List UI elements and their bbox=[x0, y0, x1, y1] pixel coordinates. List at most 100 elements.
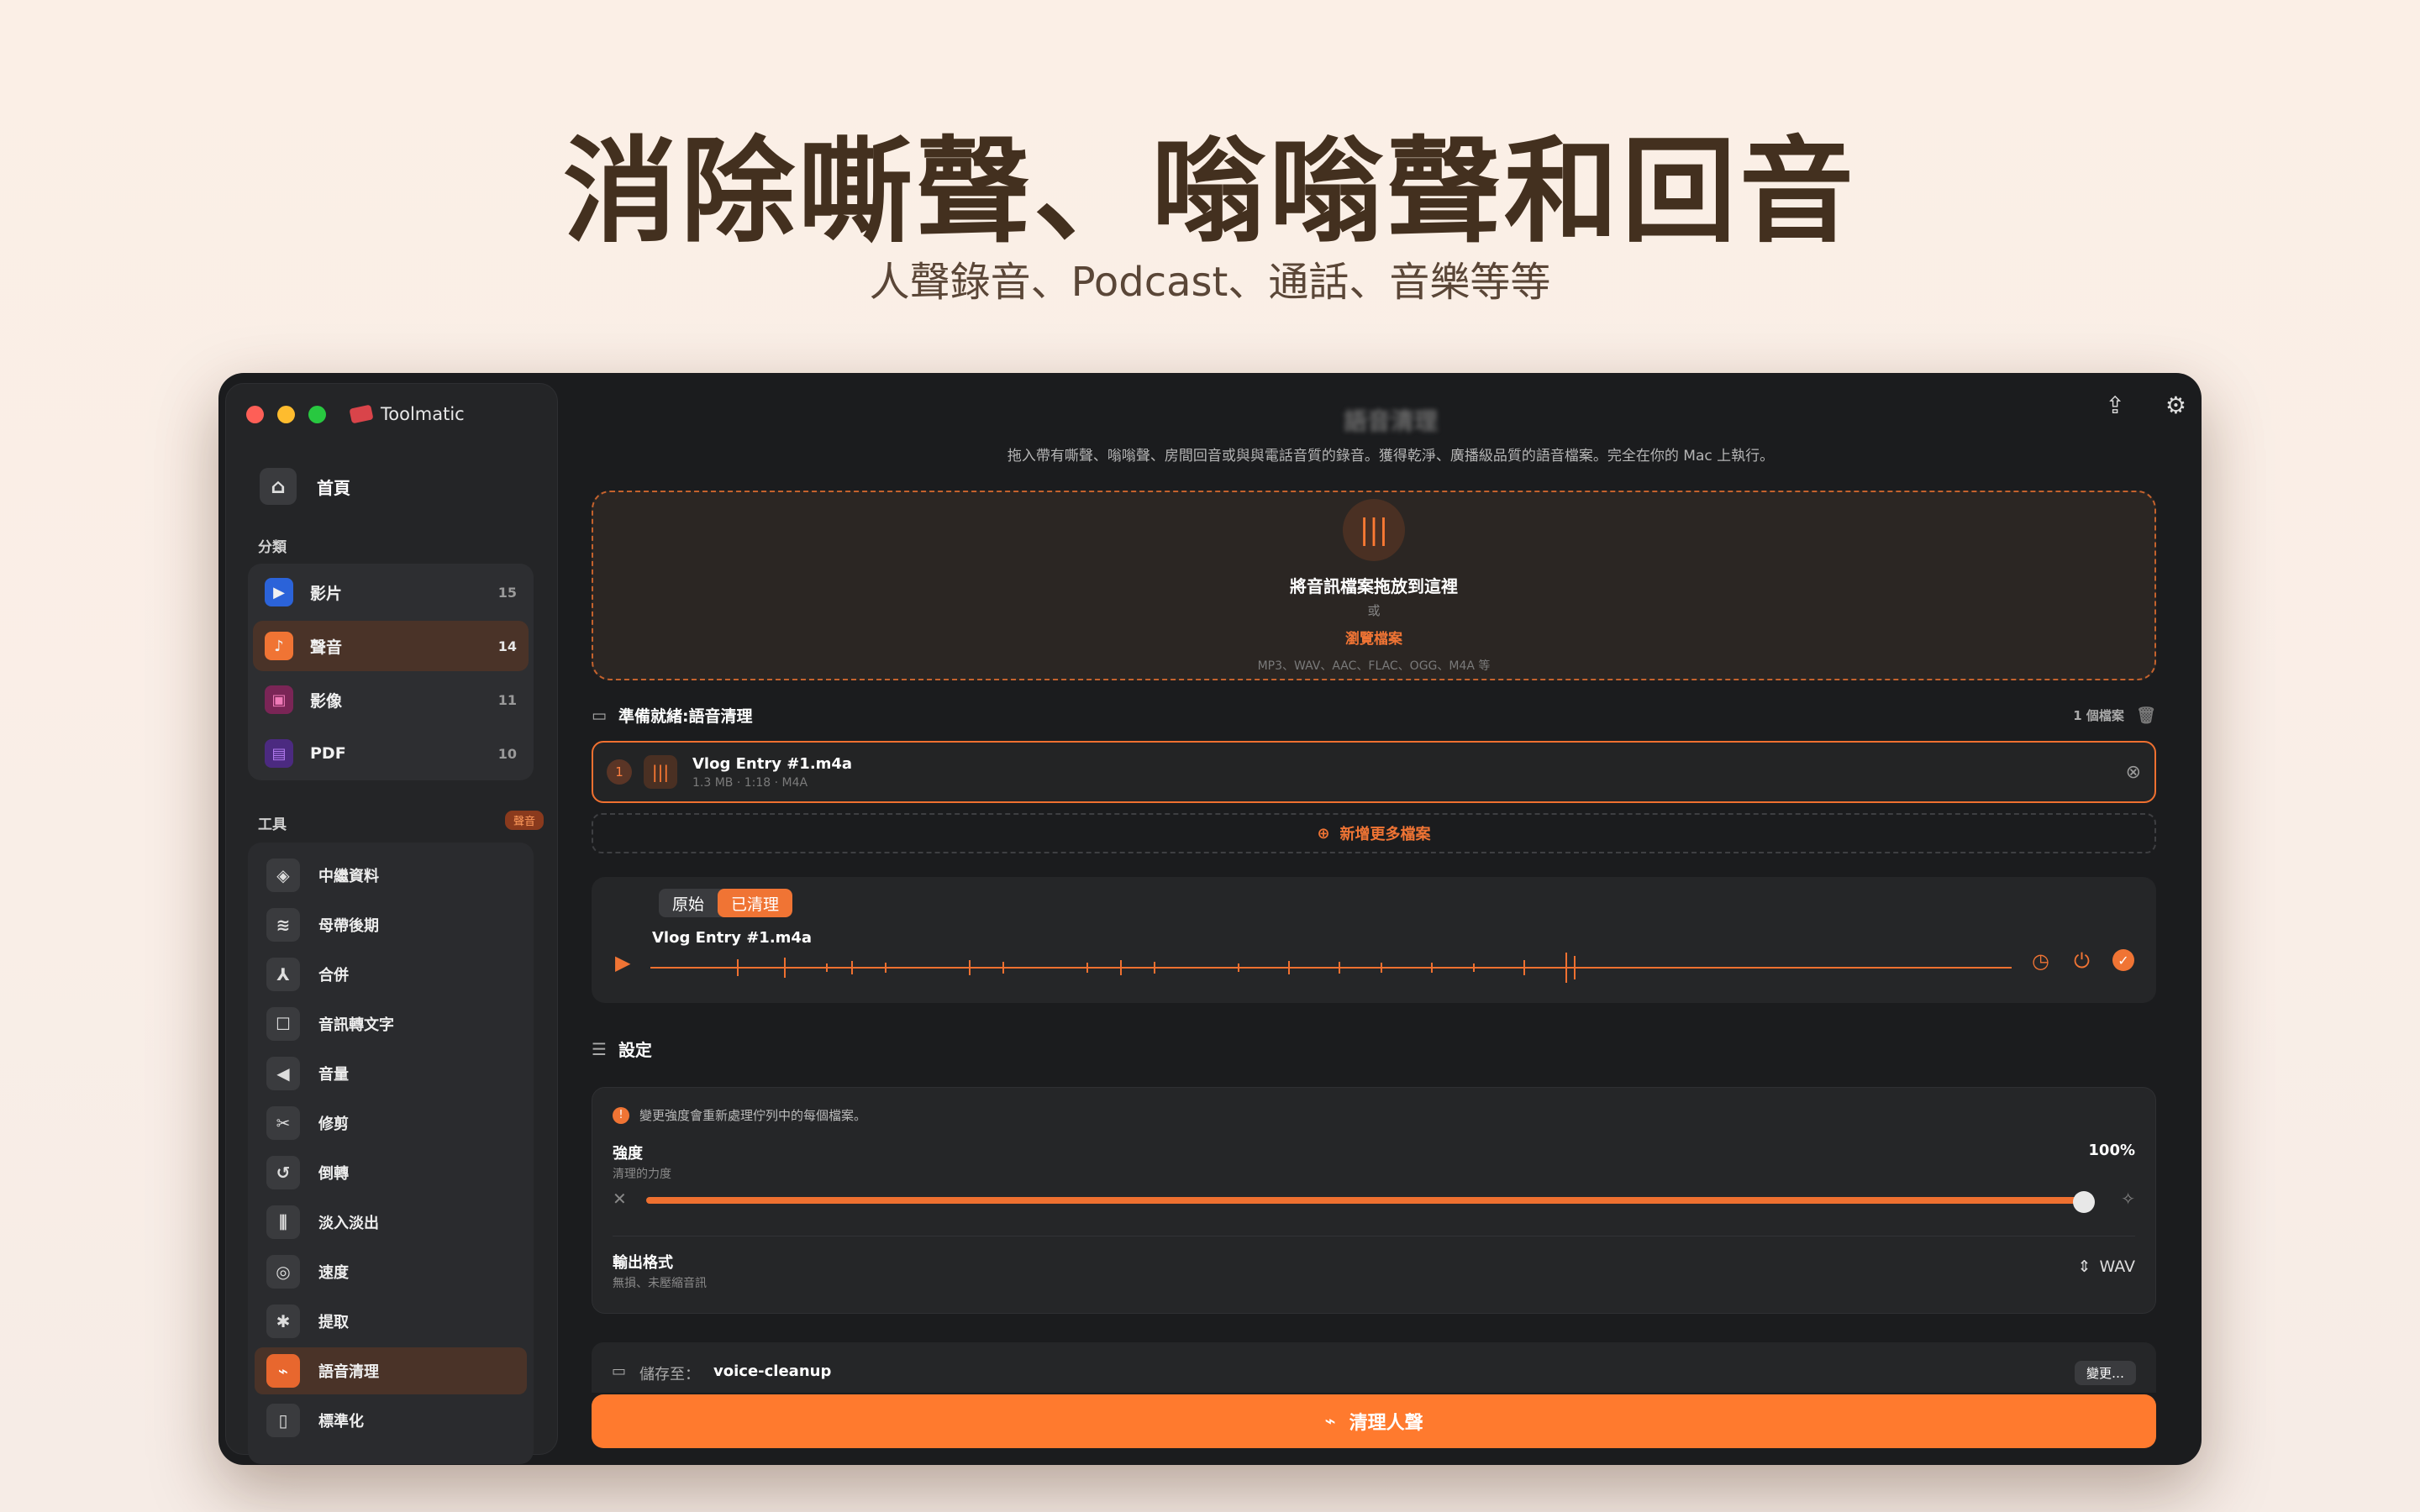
timer-icon[interactable]: ◷ bbox=[2032, 949, 2049, 973]
category-count: 11 bbox=[497, 691, 517, 708]
sidebar-tool-extract[interactable]: ✱ 提取 bbox=[255, 1298, 527, 1345]
audio-player: 原始 已清理 Vlog Entry #1.m4a ▶ ◷ ⏻ ✓ bbox=[592, 877, 2156, 1003]
tool-label: 母帶後期 bbox=[318, 917, 379, 935]
tool-label: 標準化 bbox=[318, 1413, 364, 1431]
toolbox-icon bbox=[349, 404, 374, 424]
category-count: 10 bbox=[497, 745, 517, 762]
sidebar-item-video[interactable]: ▶ 影片 15 bbox=[253, 567, 529, 617]
strength-label: 強度 bbox=[613, 1145, 643, 1163]
settings-header: ☰ 設定 bbox=[592, 1037, 652, 1061]
scissors-icon: ✂ bbox=[266, 1106, 300, 1140]
tool-label: 修剪 bbox=[318, 1116, 349, 1133]
close-button[interactable] bbox=[246, 406, 264, 423]
sidebar-tool-normalize[interactable]: ▯ 標準化 bbox=[255, 1397, 527, 1444]
drop-or: 或 bbox=[1367, 603, 1381, 618]
sliders-icon: ☰ bbox=[592, 1038, 607, 1059]
voice-cleanup-icon: ⌁ bbox=[266, 1354, 300, 1388]
play-icon[interactable]: ▶ bbox=[615, 951, 630, 974]
settings-note: 變更強度會重新處理佇列中的每個檔案。 bbox=[639, 1108, 867, 1123]
queue-title: 準備就緒:語音清理 bbox=[618, 707, 753, 726]
tab-original[interactable]: 原始 bbox=[659, 889, 718, 917]
sidebar: Toolmatic ⌂ 首頁 分類 ▶ 影片 15 ♪ 聲音 14 ▣ 影像 1… bbox=[225, 383, 558, 1464]
hero-title: 消除嘶聲、嗡嗡聲和回音 bbox=[563, 126, 1857, 259]
tool-label: 速度 bbox=[318, 1264, 349, 1282]
sidebar-tool-voice-cleanup[interactable]: ⌁ 語音清理 bbox=[255, 1347, 527, 1394]
sidebar-tool-metadata[interactable]: ◈ 中繼資料 bbox=[255, 852, 527, 899]
change-folder-button[interactable]: 變更… bbox=[2074, 1361, 2136, 1385]
sidebar-tool-reverse[interactable]: ↺ 倒轉 bbox=[255, 1149, 527, 1196]
file-index: 1 bbox=[607, 759, 632, 785]
waveform[interactable] bbox=[650, 951, 2012, 984]
info-icon: ! bbox=[613, 1106, 629, 1124]
folder-icon: ▭ bbox=[612, 1362, 627, 1380]
add-more-label: 新增更多檔案 bbox=[1339, 826, 1431, 843]
category-count: 15 bbox=[497, 584, 517, 601]
sidebar-item-pdf[interactable]: ▤ PDF 10 bbox=[253, 728, 529, 779]
category-list: ▶ 影片 15 ♪ 聲音 14 ▣ 影像 11 ▤ PDF 10 bbox=[248, 564, 534, 780]
sidebar-tool-trim[interactable]: ✂ 修剪 bbox=[255, 1100, 527, 1147]
minimize-button[interactable] bbox=[277, 406, 295, 423]
strength-sub: 清理的力度 bbox=[613, 1168, 671, 1181]
tab-cleaned[interactable]: 已清理 bbox=[718, 889, 793, 917]
clean-voice-button[interactable]: ⌁ 清理人聲 bbox=[592, 1394, 2156, 1448]
sidebar-tool-merge[interactable]: ⅄ 合併 bbox=[255, 951, 527, 998]
power-icon[interactable]: ⏻ bbox=[2074, 949, 2090, 973]
waveform-icon: ||| bbox=[1343, 499, 1405, 561]
home-icon: ⌂ bbox=[260, 468, 297, 505]
zoom-button[interactable] bbox=[308, 406, 326, 423]
sidebar-tool-fade[interactable]: ⫼ 淡入淡出 bbox=[255, 1199, 527, 1246]
browse-files-link[interactable]: 瀏覽檔案 bbox=[593, 627, 2154, 648]
tools-heading: 工具 bbox=[258, 816, 287, 833]
remove-file-icon[interactable]: ⊗ bbox=[2126, 762, 2141, 783]
chevron-updown-icon: ⇕ bbox=[2077, 1257, 2091, 1276]
format-select[interactable]: ⇕ WAV bbox=[2078, 1257, 2135, 1276]
settings-title: 設定 bbox=[618, 1040, 652, 1060]
document-icon: ▤ bbox=[265, 739, 293, 768]
cta-label: 清理人聲 bbox=[1349, 1413, 1423, 1434]
page-title: 語音清理 bbox=[1343, 407, 1438, 435]
page-description: 拖入帶有嘶聲、嗡嗡聲、房間回音或與與電話音質的錄音。獲得乾淨、廣播級品質的語音檔… bbox=[1007, 448, 1775, 465]
sidebar-item-image[interactable]: ▣ 影像 11 bbox=[253, 675, 529, 725]
category-count: 14 bbox=[497, 638, 517, 654]
file-name: Vlog Entry #1.m4a bbox=[692, 754, 853, 773]
queue-count: 1 個檔案 bbox=[2073, 708, 2124, 723]
trash-icon[interactable]: 🗑 bbox=[2136, 706, 2156, 725]
format-label: 輸出格式 bbox=[613, 1254, 673, 1272]
sidebar-tool-mastering[interactable]: ≋ 母帶後期 bbox=[255, 901, 527, 948]
compare-toggle[interactable]: 原始 已清理 bbox=[659, 889, 793, 917]
category-label: 影片 bbox=[310, 584, 343, 603]
drop-title: 將音訊檔案拖放到這裡 bbox=[1290, 576, 1458, 596]
sidebar-item-audio[interactable]: ♪ 聲音 14 bbox=[253, 621, 529, 671]
sidebar-tool-speed[interactable]: ◎ 速度 bbox=[255, 1248, 527, 1295]
queue-icon: ▭ bbox=[592, 706, 607, 725]
strength-value: 100% bbox=[2088, 1142, 2135, 1159]
extract-icon: ✱ bbox=[266, 1305, 300, 1338]
volume-icon: ◀ bbox=[266, 1057, 300, 1090]
categories-heading: 分類 bbox=[258, 539, 287, 556]
tool-label: 提取 bbox=[318, 1314, 349, 1331]
category-label: 聲音 bbox=[310, 638, 343, 657]
sidebar-tool-volume[interactable]: ◀ 音量 bbox=[255, 1050, 527, 1097]
video-icon: ▶ bbox=[265, 578, 293, 606]
home-label: 首頁 bbox=[317, 477, 350, 498]
strength-slider-knob[interactable] bbox=[2073, 1191, 2095, 1213]
strength-slider-track[interactable] bbox=[646, 1197, 2085, 1204]
check-icon: ✓ bbox=[2112, 949, 2134, 971]
format-value: WAV bbox=[2099, 1257, 2135, 1276]
tool-label: 淡入淡出 bbox=[318, 1215, 379, 1232]
file-row[interactable]: 1 ||| Vlog Entry #1.m4a 1.3 MB · 1:18 · … bbox=[592, 741, 2156, 803]
tool-label: 音量 bbox=[318, 1066, 349, 1084]
tool-label: 合併 bbox=[318, 967, 349, 984]
app-name: Toolmatic bbox=[381, 404, 465, 424]
tag-icon: ◈ bbox=[266, 858, 300, 892]
plus-circle-icon: ⊕ bbox=[1317, 824, 1330, 843]
voice-cleanup-icon: ⌁ bbox=[1324, 1410, 1336, 1432]
save-label: 儲存至： bbox=[639, 1366, 701, 1383]
sidebar-tool-transcribe[interactable]: ☐ 音訊轉文字 bbox=[255, 1000, 527, 1047]
add-more-files-button[interactable]: ⊕ 新增更多檔案 bbox=[592, 813, 2156, 853]
tools-filter-badge: 聲音 bbox=[505, 811, 544, 830]
window-controls bbox=[246, 406, 326, 423]
save-location-row: ▭ 儲存至： voice-cleanup 變更… bbox=[592, 1342, 2156, 1393]
drop-zone[interactable]: ||| 將音訊檔案拖放到這裡 或 瀏覽檔案 MP3、WAV、AAC、FLAC、O… bbox=[592, 491, 2156, 680]
sidebar-item-home[interactable]: ⌂ 首頁 bbox=[260, 468, 350, 505]
